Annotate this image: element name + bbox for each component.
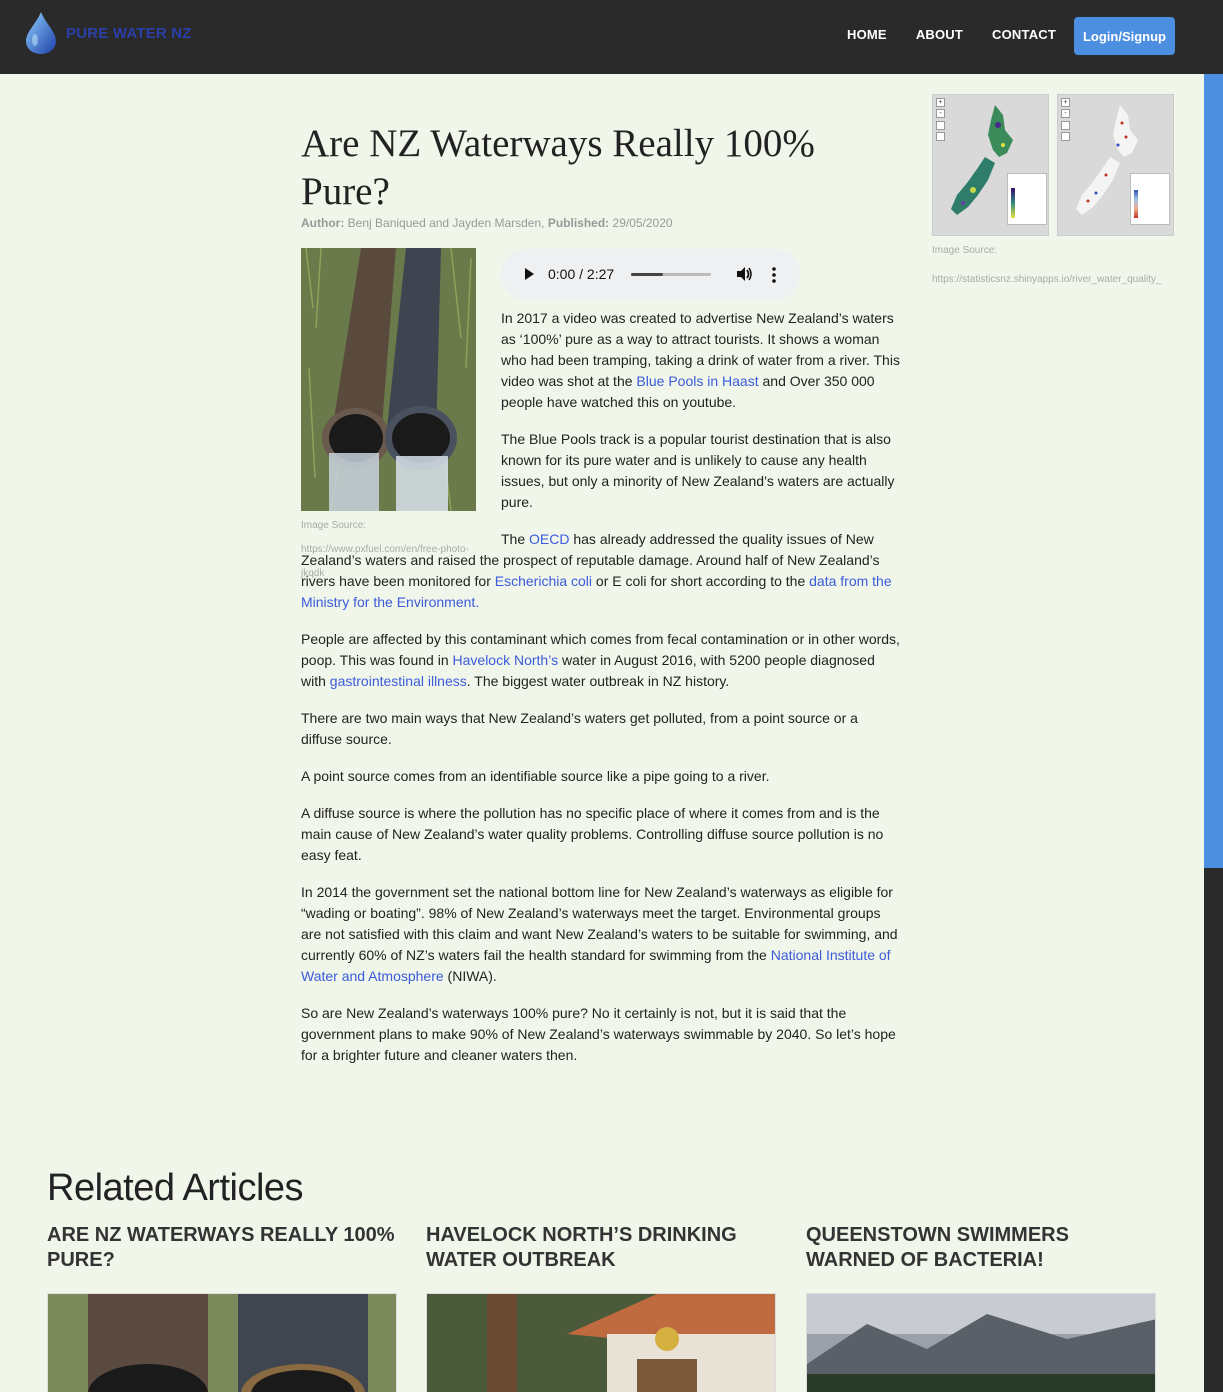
paragraph-4: People are affected by this contaminant … [301,631,900,689]
article-body: In 2017 a video was created to advertise… [301,308,901,1082]
audio-time: 0:00 / 2:27 [548,266,615,282]
audio-progress-fill [631,273,663,276]
map-legend [1007,173,1047,225]
paragraph-7: A diffuse source is where the pollution … [301,805,884,863]
map-panel-median: + - [932,94,1049,236]
oecd-link[interactable]: OECD [529,531,569,547]
related-card[interactable]: QUEENSTOWN SWIMMERS WARNED OF BACTERIA! [806,1223,1156,1392]
paragraph-9: So are New Zealand’s waterways 100% pure… [301,1005,896,1063]
nz-maps-image: + - + - [932,94,1174,236]
navbar: PURE WATER NZ HOME ABOUT CONTACT Login/S… [0,0,1223,74]
map-legend [1130,173,1170,225]
zoom-out-icon[interactable]: - [1061,109,1070,118]
water-drop-icon [26,12,56,54]
paragraph-5: There are two main ways that New Zealand… [301,710,858,747]
related-card-title[interactable]: HAVELOCK NORTH’S DRINKING WATER OUTBREAK [426,1223,776,1293]
article-meta: Author: Benj Baniqued and Jayden Marsden… [301,216,673,230]
zoom-out-icon[interactable]: - [936,109,945,118]
map-source-url: https://statisticsnz.shinyapps.io/river_… [932,274,1162,285]
published-date: 29/05/2020 [612,216,673,230]
related-card-image[interactable] [47,1293,397,1392]
more-options-icon[interactable] [771,266,777,284]
zoom-in-icon[interactable]: + [936,98,945,107]
nav-about-link[interactable]: ABOUT [916,27,963,42]
zoom-in-icon[interactable]: + [1061,98,1070,107]
blue-pools-link[interactable]: Blue Pools in Haast [636,373,758,389]
map-control-icon[interactable] [936,132,945,141]
related-card-title[interactable]: QUEENSTOWN SWIMMERS WARNED OF BACTERIA! [806,1223,1156,1293]
havelock-north-link[interactable]: Havelock North’s [453,652,559,668]
logo-text: PURE WATER NZ [66,24,192,42]
login-signup-button[interactable]: Login/Signup [1074,17,1175,55]
related-card-title[interactable]: ARE NZ WATERWAYS REALLY 100% PURE? [47,1223,397,1293]
paragraph-6: A point source comes from an identifiabl… [301,768,770,784]
paragraph-3: The OECD has already addressed the quali… [301,531,892,610]
nav-home-link[interactable]: HOME [847,27,887,42]
paragraph-2: The Blue Pools track is a popular touris… [501,431,895,510]
related-card-image[interactable] [426,1293,776,1392]
scrollbar-thumb[interactable] [1204,74,1223,868]
map-panel-trend: + - [1057,94,1174,236]
related-articles-heading: Related Articles [47,1167,304,1209]
e-coli-link[interactable]: Escherichia coli [495,573,592,589]
paragraph-1: In 2017 a video was created to advertise… [501,310,900,410]
published-label: Published: [547,216,610,230]
fullscreen-icon[interactable] [936,121,945,130]
audio-player: 0:00 / 2:27 [501,249,800,300]
map-source-label: Image Source: [932,245,998,256]
related-card[interactable]: ARE NZ WATERWAYS REALLY 100% PURE? [47,1223,397,1392]
article-title: Are NZ Waterways Really 100% Pure? [301,122,815,213]
related-card[interactable]: HAVELOCK NORTH’S DRINKING WATER OUTBREAK [426,1223,776,1392]
fullscreen-icon[interactable] [1061,121,1070,130]
map-source-caption: Image Source: https://statisticsnz.shiny… [932,236,1203,294]
play-icon[interactable] [525,268,534,280]
map-control-icon[interactable] [1061,132,1070,141]
nav-links: HOME ABOUT CONTACT [847,27,1085,42]
nav-contact-link[interactable]: CONTACT [992,27,1056,42]
author-label: Author: [301,216,345,230]
paragraph-8: In 2014 the government set the national … [301,884,898,984]
volume-icon[interactable] [735,265,753,283]
related-card-image[interactable] [806,1293,1156,1392]
author-names: Benj Baniqued and Jayden Marsden, [347,216,545,230]
logo[interactable]: PURE WATER NZ [22,10,192,56]
gastrointestinal-link[interactable]: gastrointestinal illness [330,673,467,689]
audio-progress-bar[interactable] [631,273,711,276]
